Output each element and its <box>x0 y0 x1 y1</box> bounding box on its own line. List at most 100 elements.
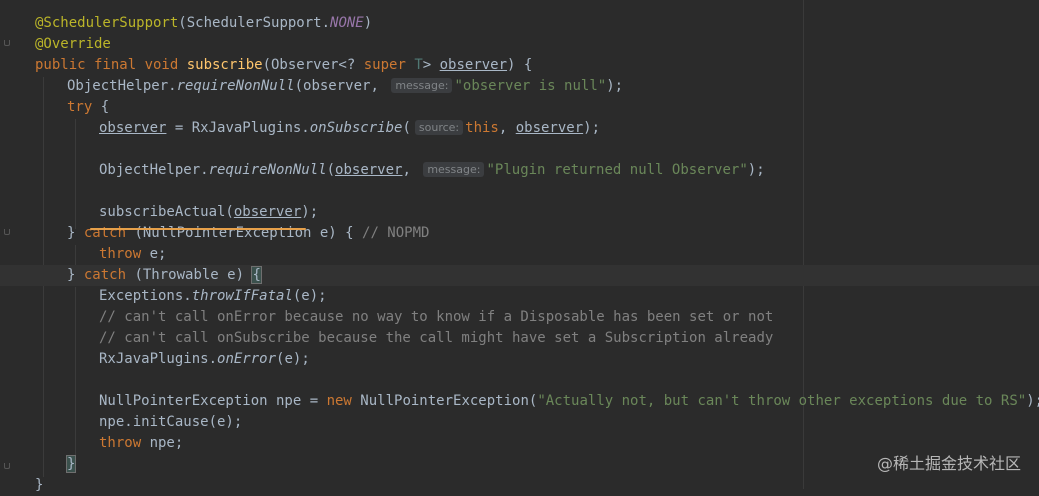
code-token: throw <box>99 435 150 451</box>
parameter-hint: message: <box>423 162 485 177</box>
code-line-text[interactable]: @SchedulerSupport(SchedulerSupport.NONE) <box>35 13 372 34</box>
code-line[interactable]: try { <box>0 97 1039 118</box>
code-line-text[interactable]: ObjectHelper.requireNonNull(observer, me… <box>67 76 623 97</box>
code-token: onError <box>217 351 277 367</box>
code-line-text[interactable]: npe.initCause(e); <box>99 412 242 433</box>
code-line[interactable]: npe.initCause(e); <box>0 412 1039 433</box>
code-line-text[interactable]: throw npe; <box>99 433 183 454</box>
code-token: @SchedulerSupport <box>35 15 179 31</box>
code-token: public final void <box>35 57 187 73</box>
code-token: requireNonNull <box>208 162 327 178</box>
code-token: { <box>251 266 262 284</box>
code-line[interactable]: @SchedulerSupport(SchedulerSupport.NONE) <box>0 13 1039 34</box>
code-token: (e); <box>292 288 327 304</box>
code-line[interactable]: Exceptions.throwIfFatal(e); <box>0 286 1039 307</box>
code-token: ( <box>326 162 336 178</box>
warning-underline <box>90 228 306 230</box>
code-token: observer <box>515 120 584 136</box>
code-line-text[interactable]: NullPointerException npe = new NullPoint… <box>99 391 1039 412</box>
code-token: ); <box>747 162 765 178</box>
code-token: // can't call onSubscribe because the ca… <box>99 330 774 346</box>
code-line[interactable]: } catch (NullPointerException e) { // NO… <box>0 223 1039 244</box>
parameter-hint: source: <box>414 120 464 135</box>
code-token: ( <box>402 120 411 136</box>
code-token: ); <box>301 204 319 220</box>
code-line[interactable] <box>0 181 1039 202</box>
code-token: npe; <box>149 435 184 451</box>
code-token: catch <box>83 267 135 283</box>
code-editor[interactable]: @SchedulerSupport(SchedulerSupport.NONE)… <box>0 0 1039 493</box>
code-token: T <box>414 57 423 73</box>
code-token: "Actually not, but can't throw other exc… <box>537 393 1027 409</box>
code-token: subscribeActual( <box>99 204 234 220</box>
code-line-text[interactable]: observer = RxJavaPlugins.onSubscribe(sou… <box>99 118 600 139</box>
code-token: ObjectHelper. <box>67 78 177 94</box>
code-line[interactable]: ObjectHelper.requireNonNull(observer, me… <box>0 160 1039 181</box>
code-line[interactable]: subscribeActual(observer); <box>0 202 1039 223</box>
code-token: ); <box>583 120 601 136</box>
code-token: ObjectHelper. <box>99 162 209 178</box>
code-line[interactable]: public final void subscribe(Observer<? s… <box>0 55 1039 76</box>
code-token: this <box>465 120 499 136</box>
code-token: @Override <box>35 36 111 52</box>
code-line-text[interactable]: ObjectHelper.requireNonNull(observer, me… <box>99 160 765 181</box>
code-token: > <box>422 57 440 73</box>
code-token: NullPointerException npe = <box>99 393 327 409</box>
code-line-text[interactable]: subscribeActual(observer); <box>99 202 318 223</box>
code-line[interactable]: observer = RxJavaPlugins.onSubscribe(sou… <box>0 118 1039 139</box>
code-token: { <box>100 99 110 115</box>
code-token: (SchedulerSupport. <box>178 15 331 31</box>
code-token: onSubscribe <box>309 120 403 136</box>
code-token: RxJavaPlugins. <box>99 351 218 367</box>
code-token: = RxJavaPlugins. <box>166 120 310 136</box>
code-token: throwIfFatal <box>191 288 293 304</box>
code-token: , <box>402 162 420 178</box>
code-line-text[interactable]: } catch (NullPointerException e) { // NO… <box>67 223 429 244</box>
code-line[interactable]: // can't call onSubscribe because the ca… <box>0 328 1039 349</box>
code-token: NullPointerException( <box>360 393 538 409</box>
code-token: (Throwable e) <box>134 267 253 283</box>
code-line-text[interactable]: throw e; <box>99 244 166 265</box>
code-line[interactable]: ObjectHelper.requireNonNull(observer, me… <box>0 76 1039 97</box>
code-line[interactable]: // can't call onError because no way to … <box>0 307 1039 328</box>
code-token: npe.initCause(e); <box>99 414 243 430</box>
code-line[interactable]: throw e; <box>0 244 1039 265</box>
code-token: , <box>498 120 516 136</box>
code-token: observer <box>99 120 167 136</box>
code-line-text[interactable]: Exceptions.throwIfFatal(e); <box>99 286 327 307</box>
code-line-text[interactable]: // can't call onError because no way to … <box>99 307 773 328</box>
code-line[interactable]: NullPointerException npe = new NullPoint… <box>0 391 1039 412</box>
watermark: @稀土掘金技术社区 <box>876 454 1021 473</box>
code-line-text[interactable]: public final void subscribe(Observer<? s… <box>35 55 532 76</box>
code-token: } <box>65 455 77 473</box>
code-token: requireNonNull <box>176 78 295 94</box>
code-line-text[interactable]: try { <box>67 97 109 118</box>
code-token: // NOPMD <box>362 225 430 241</box>
code-line-text[interactable]: @Override <box>35 34 111 55</box>
code-token: NONE <box>330 15 364 31</box>
code-line-text[interactable]: } catch (Throwable e) { <box>67 265 262 286</box>
code-line[interactable] <box>0 370 1039 391</box>
code-token: observer <box>335 162 403 178</box>
code-token: ); <box>606 78 624 94</box>
code-token: "Plugin returned null Observer" <box>486 162 748 178</box>
code-line-text[interactable]: } <box>65 454 77 475</box>
code-token: Exceptions. <box>99 288 192 304</box>
code-line[interactable]: @Override <box>0 34 1039 55</box>
code-token: ) <box>363 15 373 31</box>
code-token: } <box>67 225 84 241</box>
code-line[interactable]: } catch (Throwable e) { <box>0 265 1039 286</box>
code-line[interactable]: RxJavaPlugins.onError(e); <box>0 349 1039 370</box>
code-line-text[interactable]: // can't call onSubscribe because the ca… <box>99 328 773 349</box>
code-line-text[interactable]: } <box>35 475 43 496</box>
code-line[interactable] <box>0 139 1039 160</box>
code-token: new <box>326 393 361 409</box>
code-token: // can't call onError because no way to … <box>99 309 774 325</box>
code-token: (observer, <box>294 78 388 94</box>
code-token: (e); <box>276 351 310 367</box>
code-line[interactable]: } <box>0 475 1039 496</box>
code-token: subscribe <box>186 57 263 73</box>
parameter-hint: message: <box>391 78 453 93</box>
code-token: ); <box>1026 393 1039 409</box>
code-line-text[interactable]: RxJavaPlugins.onError(e); <box>99 349 310 370</box>
